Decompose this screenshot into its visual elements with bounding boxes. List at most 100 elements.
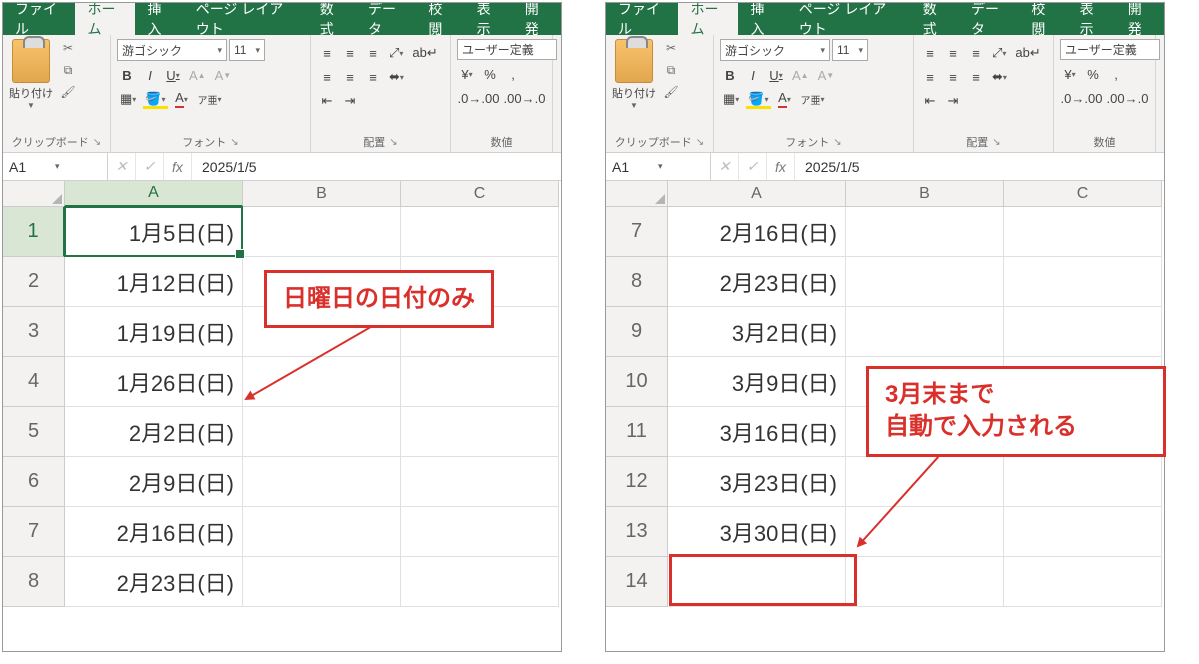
- tab-view[interactable]: 表示: [465, 3, 513, 35]
- bold-button[interactable]: B: [720, 65, 740, 85]
- name-box[interactable]: A1▾: [3, 153, 108, 180]
- decrease-decimal-icon[interactable]: .00→.0: [1106, 88, 1149, 108]
- align-middle-icon[interactable]: ≡: [340, 43, 360, 63]
- cell[interactable]: 3月16日(日): [668, 407, 846, 457]
- tab-view[interactable]: 表示: [1068, 3, 1116, 35]
- increase-font-icon[interactable]: A▲: [789, 65, 812, 85]
- tab-developer[interactable]: 開発: [1116, 3, 1164, 35]
- cell[interactable]: [668, 557, 846, 607]
- increase-decimal-icon[interactable]: .0→.00: [1060, 88, 1103, 108]
- column-header-a[interactable]: A: [65, 181, 243, 207]
- row-header[interactable]: 4: [3, 357, 65, 407]
- dialog-launcher-icon[interactable]: ↘: [230, 137, 238, 148]
- tab-insert[interactable]: 挿入: [738, 3, 786, 35]
- column-header-b[interactable]: B: [243, 181, 401, 207]
- align-left-icon[interactable]: ≡: [920, 67, 940, 87]
- cell[interactable]: [401, 357, 559, 407]
- cell[interactable]: 3月2日(日): [668, 307, 846, 357]
- cell[interactable]: [1004, 557, 1162, 607]
- percent-button[interactable]: %: [480, 64, 500, 84]
- decrease-decimal-icon[interactable]: .00→.0: [503, 88, 546, 108]
- row-header[interactable]: 7: [3, 507, 65, 557]
- row-header[interactable]: 1: [3, 207, 65, 257]
- cell[interactable]: [846, 557, 1004, 607]
- chevron-down-icon[interactable]: ▼: [630, 101, 638, 110]
- cell[interactable]: 2月9日(日): [65, 457, 243, 507]
- enter-icon[interactable]: ✓: [136, 153, 164, 180]
- cell[interactable]: [243, 357, 401, 407]
- cell[interactable]: 2月16日(日): [668, 207, 846, 257]
- border-button[interactable]: ▦▾: [117, 89, 139, 109]
- row-header[interactable]: 11: [606, 407, 668, 457]
- phonetic-button[interactable]: ア亜▾: [195, 89, 225, 109]
- cell[interactable]: 1月12日(日): [65, 257, 243, 307]
- row-header[interactable]: 8: [3, 557, 65, 607]
- formula-input[interactable]: 2025/1/5: [192, 159, 267, 175]
- column-header-c[interactable]: C: [1004, 181, 1162, 207]
- cell[interactable]: 1月5日(日): [65, 207, 243, 257]
- cell[interactable]: 3月30日(日): [668, 507, 846, 557]
- align-bottom-icon[interactable]: ≡: [966, 43, 986, 63]
- fill-color-button[interactable]: 🪣▾: [745, 89, 771, 109]
- cell[interactable]: [243, 457, 401, 507]
- increase-decimal-icon[interactable]: .0→.00: [457, 88, 500, 108]
- border-button[interactable]: ▦▾: [720, 89, 742, 109]
- cell[interactable]: [1004, 457, 1162, 507]
- copy-icon[interactable]: ⧉: [662, 61, 680, 79]
- cell[interactable]: 1月19日(日): [65, 307, 243, 357]
- row-header[interactable]: 14: [606, 557, 668, 607]
- tab-data[interactable]: データ: [356, 3, 416, 35]
- format-painter-icon[interactable]: 🖌: [662, 83, 680, 101]
- bold-button[interactable]: B: [117, 65, 137, 85]
- cancel-icon[interactable]: ✕: [108, 153, 136, 180]
- enter-icon[interactable]: ✓: [739, 153, 767, 180]
- fill-color-button[interactable]: 🪣▾: [142, 89, 168, 109]
- cell[interactable]: [846, 257, 1004, 307]
- select-all-corner[interactable]: [3, 181, 65, 207]
- align-bottom-icon[interactable]: ≡: [363, 43, 383, 63]
- formula-input[interactable]: 2025/1/5: [795, 159, 870, 175]
- phonetic-button[interactable]: ア亜▾: [798, 89, 828, 109]
- cell[interactable]: [401, 457, 559, 507]
- cell[interactable]: [846, 307, 1004, 357]
- row-header[interactable]: 8: [606, 257, 668, 307]
- decrease-indent-icon[interactable]: ⇤: [317, 91, 337, 111]
- dialog-launcher-icon[interactable]: ↘: [389, 137, 397, 148]
- paste-icon[interactable]: [615, 39, 653, 83]
- row-header[interactable]: 7: [606, 207, 668, 257]
- tab-insert[interactable]: 挿入: [135, 3, 183, 35]
- align-right-icon[interactable]: ≡: [966, 67, 986, 87]
- row-header[interactable]: 5: [3, 407, 65, 457]
- name-box[interactable]: A1▾: [606, 153, 711, 180]
- row-header[interactable]: 10: [606, 357, 668, 407]
- number-format-select[interactable]: ユーザー定義: [1060, 39, 1160, 60]
- currency-button[interactable]: ¥▾: [457, 64, 477, 84]
- row-header[interactable]: 12: [606, 457, 668, 507]
- align-right-icon[interactable]: ≡: [363, 67, 383, 87]
- column-header-a[interactable]: A: [668, 181, 846, 207]
- row-header[interactable]: 9: [606, 307, 668, 357]
- decrease-indent-icon[interactable]: ⇤: [920, 91, 940, 111]
- cell[interactable]: [243, 557, 401, 607]
- align-top-icon[interactable]: ≡: [317, 43, 337, 63]
- cell[interactable]: [243, 407, 401, 457]
- currency-button[interactable]: ¥▾: [1060, 64, 1080, 84]
- cell[interactable]: [1004, 307, 1162, 357]
- cell[interactable]: 2月16日(日): [65, 507, 243, 557]
- align-left-icon[interactable]: ≡: [317, 67, 337, 87]
- cell[interactable]: 2月23日(日): [65, 557, 243, 607]
- tab-page-layout[interactable]: ページ レイアウト: [184, 3, 308, 35]
- cell[interactable]: 3月23日(日): [668, 457, 846, 507]
- underline-button[interactable]: U ▾: [766, 65, 786, 85]
- column-header-b[interactable]: B: [846, 181, 1004, 207]
- align-center-icon[interactable]: ≡: [340, 67, 360, 87]
- wrap-text-icon[interactable]: ab↵: [1012, 43, 1043, 63]
- cell[interactable]: [846, 457, 1004, 507]
- tab-developer[interactable]: 開発: [513, 3, 561, 35]
- fx-icon[interactable]: fx: [164, 153, 192, 180]
- increase-indent-icon[interactable]: ⇥: [340, 91, 360, 111]
- copy-icon[interactable]: ⧉: [59, 61, 77, 79]
- number-format-select[interactable]: ユーザー定義: [457, 39, 557, 60]
- dialog-launcher-icon[interactable]: ↘: [833, 137, 841, 148]
- cell[interactable]: 2月2日(日): [65, 407, 243, 457]
